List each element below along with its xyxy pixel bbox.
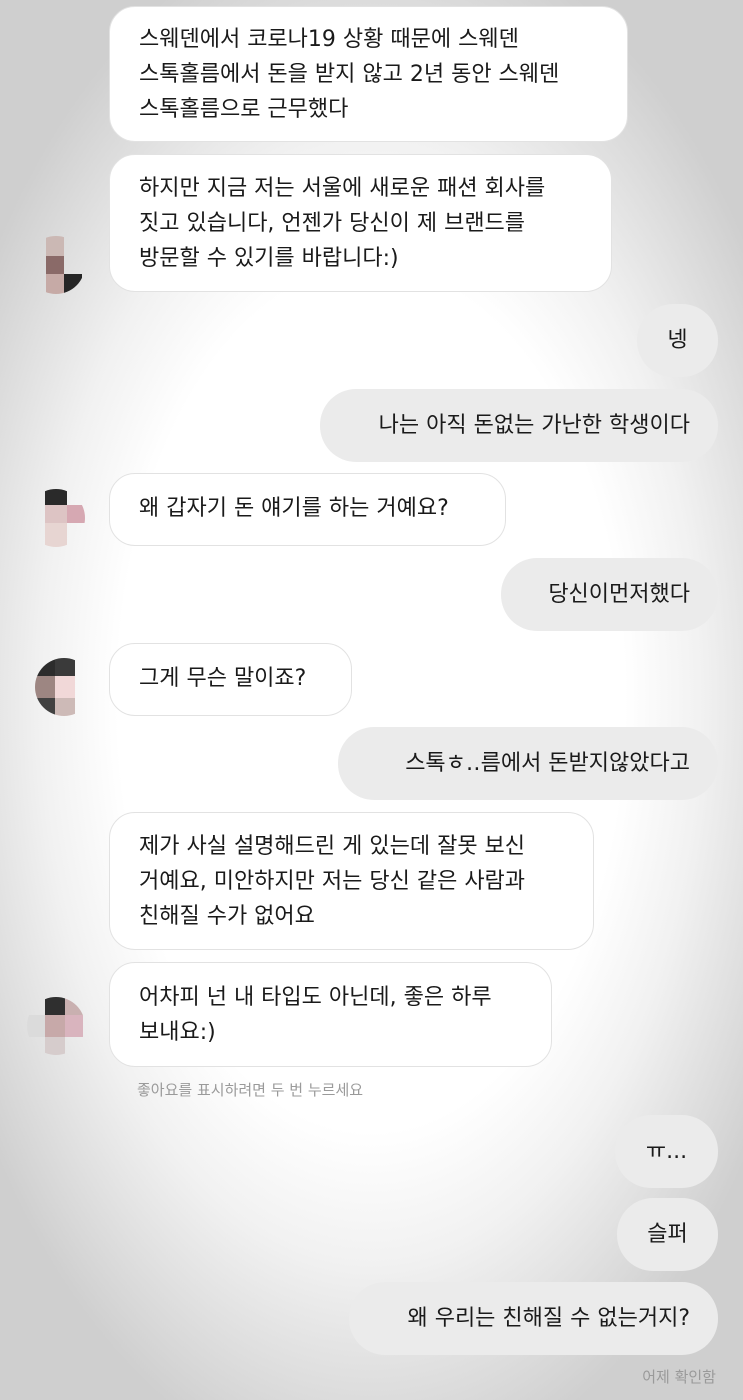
avatar[interactable] — [27, 997, 85, 1055]
avatar-pixel — [65, 1015, 83, 1037]
avatar[interactable] — [27, 236, 85, 294]
avatar-pixel — [55, 658, 75, 676]
avatar-pixel — [45, 1037, 65, 1055]
avatar-pixel — [65, 997, 83, 1015]
incoming-message[interactable]: 왜 갑자기 돈 얘기를 하는 거예요? — [109, 473, 506, 546]
incoming-message[interactable]: 어차피 넌 내 타입도 아닌데, 좋은 하루 보내요:) — [109, 962, 552, 1067]
avatar-pixel — [35, 658, 55, 676]
incoming-message[interactable]: 하지만 지금 저는 서울에 새로운 패션 회사를 짓고 있습니다, 언젠가 당신… — [109, 154, 612, 292]
outgoing-message[interactable]: ㅠ... — [615, 1115, 718, 1188]
incoming-message[interactable]: 스웨덴에서 코로나19 상황 때문에 스웨덴 스톡홀름에서 돈을 받지 않고 2… — [109, 6, 628, 142]
avatar-pixel — [45, 523, 67, 547]
outgoing-message[interactable]: 왜 우리는 친해질 수 없는거지? — [349, 1282, 718, 1355]
avatar-pixel — [27, 1015, 45, 1037]
avatar-pixel — [64, 274, 82, 294]
outgoing-message[interactable]: 슬퍼 — [617, 1198, 718, 1271]
avatar-pixel — [35, 676, 55, 698]
outgoing-message[interactable]: 당신이먼저했다 — [501, 558, 718, 631]
avatar-pixel — [45, 997, 65, 1015]
outgoing-message[interactable]: 넹 — [637, 304, 718, 377]
like-hint: 좋아요를 표시하려면 두 번 누르세요 — [137, 1081, 364, 1099]
outgoing-message[interactable]: 스톡ㅎ‥름에서 돈받지않았다고 — [338, 727, 718, 800]
avatar-pixel — [45, 1015, 65, 1037]
avatar-pixel — [55, 698, 75, 716]
incoming-message[interactable]: 그게 무슨 말이죠? — [109, 643, 352, 716]
outgoing-message[interactable]: 나는 아직 돈없는 가난한 학생이다 — [320, 389, 718, 462]
read-receipt: 어제 확인함 — [642, 1368, 716, 1386]
avatar-pixel — [55, 676, 75, 698]
avatar-pixel — [46, 274, 64, 294]
avatar[interactable] — [27, 489, 85, 547]
avatar-pixel — [46, 236, 64, 256]
avatar-pixel — [46, 256, 64, 274]
avatar-pixel — [45, 505, 67, 523]
avatar-pixel — [35, 698, 55, 716]
incoming-message[interactable]: 제가 사실 설명해드린 게 있는데 잘못 보신 거예요, 미안하지만 저는 당신… — [109, 812, 594, 950]
avatar-pixel — [67, 505, 85, 523]
avatar-pixel — [45, 489, 67, 505]
avatar[interactable] — [35, 658, 93, 716]
